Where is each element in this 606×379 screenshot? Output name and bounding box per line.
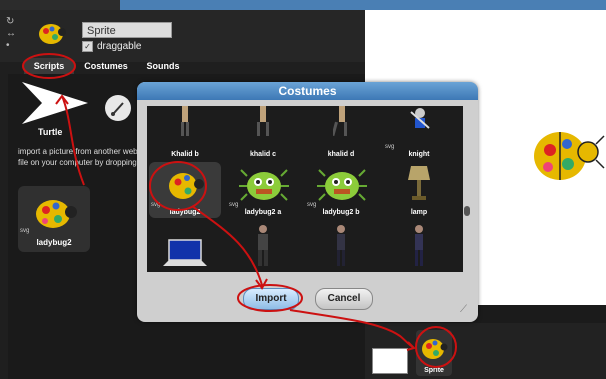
costume-item[interactable]: svg ladybug2 a	[227, 162, 299, 218]
paintbrush-icon[interactable]	[105, 95, 131, 121]
sprite-name-field[interactable]: Sprite	[82, 22, 172, 38]
resize-handle-icon[interactable]: ⟋	[460, 304, 472, 316]
costume-item-label: lamp	[410, 209, 428, 216]
sprite-header-ladybug-icon	[39, 24, 66, 44]
turtle-label: Turtle	[38, 127, 63, 137]
person-icon	[415, 225, 423, 266]
ladybug-icon	[169, 173, 204, 199]
costume-item[interactable]	[383, 222, 455, 272]
costume-item[interactable]	[227, 222, 299, 272]
knight-icon	[410, 108, 430, 129]
costume-item[interactable]: lamp	[383, 162, 455, 218]
cancel-button[interactable]: Cancel	[315, 288, 373, 310]
scrollbar-thumb[interactable]	[464, 206, 470, 216]
person-icon	[333, 106, 347, 137]
costume-thumbnail-ladybug2[interactable]: svg ladybug2	[18, 186, 90, 252]
stage-thumbnail[interactable]	[372, 348, 408, 374]
svg-tag: svg	[229, 202, 239, 208]
costume-item-label: ladybug2	[169, 209, 201, 216]
costume-item[interactable]: svg ladybug2 b	[305, 162, 377, 218]
svg-tag: svg	[307, 202, 317, 208]
person-icon	[257, 106, 269, 136]
costume-item[interactable]: khalid d	[305, 106, 377, 160]
spider-icon	[239, 169, 289, 201]
tab-costumes[interactable]: Costumes	[80, 58, 132, 74]
stage-ladybug-sprite[interactable]	[530, 122, 606, 186]
costume-item-label: khalid c	[249, 151, 277, 158]
costume-item[interactable]	[305, 222, 377, 272]
costume-item[interactable]: Khalid b	[149, 106, 221, 160]
costume-item-selected[interactable]: svg ladybug2	[149, 162, 221, 218]
draggable-checkbox[interactable]: ✓	[82, 41, 93, 52]
costume-item[interactable]: svg knight	[383, 106, 455, 160]
costume-grid-scrollbar[interactable]	[463, 106, 471, 272]
corral-sprite-item[interactable]: Sprite	[416, 330, 452, 376]
corral-sprite-label: Sprite	[424, 367, 444, 374]
person-icon	[337, 225, 345, 266]
svg-tag: svg	[151, 202, 161, 208]
costume-grid: Khalid b khalid c khalid d svg knight sv…	[147, 106, 463, 272]
dialog-title[interactable]: Costumes	[137, 82, 478, 100]
costume-item[interactable]	[149, 222, 221, 272]
costume-item-label: knight	[408, 151, 430, 158]
top-strip	[0, 0, 606, 10]
turtle-arrow-icon[interactable]	[20, 80, 90, 126]
svg-tag: svg	[385, 144, 395, 150]
costume-item-label: ladybug2 b	[322, 209, 360, 216]
laptop-icon	[163, 239, 207, 266]
costume-item-label: Khalid b	[171, 151, 199, 158]
draggable-label: draggable	[97, 41, 142, 53]
costume-item[interactable]: khalid c	[227, 106, 299, 160]
costume-item-label: khalid d	[327, 151, 355, 158]
import-button[interactable]: Import	[243, 288, 299, 310]
spider-icon	[317, 169, 367, 201]
costume-thumbnail-label: ladybug2	[36, 238, 72, 247]
costumes-dialog: Costumes Khalid b khalid c khalid d svg …	[137, 82, 478, 322]
ladybug-icon	[36, 200, 77, 228]
tab-scripts[interactable]: Scripts	[24, 58, 74, 74]
costume-item-label: ladybug2 a	[244, 209, 282, 216]
lamp-icon	[408, 166, 430, 200]
person-icon	[181, 106, 189, 136]
ladybug-icon	[422, 339, 448, 359]
tab-sounds[interactable]: Sounds	[140, 58, 186, 74]
draggable-toggle[interactable]: ✓ draggable	[82, 41, 141, 52]
person-icon	[258, 225, 268, 266]
svg-tag: svg	[20, 228, 30, 234]
rotation-style-icons[interactable]: ↻ ↔ •	[6, 16, 18, 56]
